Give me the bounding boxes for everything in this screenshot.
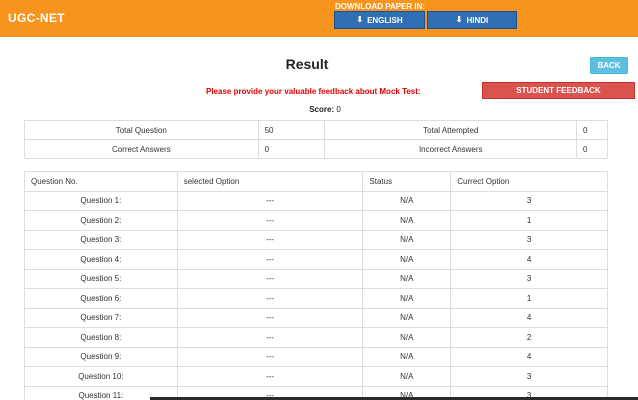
status-cell: N/A bbox=[362, 327, 452, 348]
table-row: Question 8: --- N/A 2 bbox=[24, 327, 608, 348]
question-number-cell: Question 5: bbox=[24, 268, 178, 289]
selected-option-cell: --- bbox=[176, 268, 364, 289]
table-row: Question 1: --- N/A 3 bbox=[24, 190, 608, 211]
table-row: Question 7: --- N/A 4 bbox=[24, 307, 608, 328]
status-cell: N/A bbox=[362, 210, 452, 231]
correct-option-cell: 3 bbox=[450, 190, 608, 211]
download-english-button[interactable]: ⬇ ENGLISH bbox=[334, 11, 425, 29]
brand-logo[interactable]: UGC-NET bbox=[8, 11, 65, 25]
summary-table: Total Question 50 Total Attempted 0 Corr… bbox=[24, 120, 608, 159]
summary-row: Correct Answers 0 Incorrect Answers 0 bbox=[24, 139, 608, 159]
download-icon: ⬇ bbox=[455, 15, 463, 24]
table-row: Question 10: --- N/A 3 bbox=[24, 366, 608, 387]
table-row: Question 6: --- N/A 1 bbox=[24, 288, 608, 309]
correct-option-cell: 1 bbox=[450, 288, 608, 309]
selected-option-cell: --- bbox=[176, 288, 364, 309]
header-question-no: Question No. bbox=[24, 171, 178, 192]
correct-option-cell: 2 bbox=[450, 327, 608, 348]
question-number-cell: Question 3: bbox=[24, 229, 178, 250]
questions-header-row: Question No. selected Option Status Curr… bbox=[24, 171, 608, 192]
total-question-value: 50 bbox=[257, 120, 326, 140]
correct-option-cell: 3 bbox=[450, 229, 608, 250]
question-number-cell: Question 10: bbox=[24, 366, 178, 387]
total-attempted-value: 0 bbox=[576, 120, 608, 140]
selected-option-cell: --- bbox=[176, 327, 364, 348]
selected-option-cell: --- bbox=[176, 210, 364, 231]
question-number-cell: Question 7: bbox=[24, 307, 178, 328]
total-attempted-label: Total Attempted bbox=[324, 120, 578, 140]
summary-row: Total Question 50 Total Attempted 0 bbox=[24, 120, 608, 140]
table-row: Question 3: --- N/A 3 bbox=[24, 229, 608, 250]
incorrect-answers-value: 0 bbox=[576, 139, 608, 159]
status-cell: N/A bbox=[362, 229, 452, 250]
selected-option-cell: --- bbox=[176, 229, 364, 250]
correct-option-cell: 4 bbox=[450, 249, 608, 270]
score-value: 0 bbox=[336, 105, 341, 114]
question-number-cell: Question 2: bbox=[24, 210, 178, 231]
table-row: Question 5: --- N/A 3 bbox=[24, 268, 608, 289]
student-feedback-button[interactable]: STUDENT FEEDBACK bbox=[482, 82, 635, 99]
table-row: Question 2: --- N/A 1 bbox=[24, 210, 608, 231]
correct-answers-label: Correct Answers bbox=[24, 139, 259, 159]
page-title: Result bbox=[285, 56, 329, 72]
selected-option-cell: --- bbox=[176, 249, 364, 270]
status-cell: N/A bbox=[362, 268, 452, 289]
selected-option-cell: --- bbox=[176, 190, 364, 211]
header-status: Status bbox=[362, 171, 452, 192]
total-question-label: Total Question bbox=[24, 120, 259, 140]
download-english-label: ENGLISH bbox=[367, 15, 403, 25]
table-row: Question 9: --- N/A 4 bbox=[24, 346, 608, 367]
status-cell: N/A bbox=[362, 307, 452, 328]
question-number-cell: Question 4: bbox=[24, 249, 178, 270]
correct-option-cell: 3 bbox=[450, 268, 608, 289]
download-hindi-button[interactable]: ⬇ HINDI bbox=[427, 11, 517, 29]
download-hindi-label: HINDI bbox=[466, 15, 489, 25]
download-icon: ⬇ bbox=[356, 15, 364, 24]
header-correct-option: Currect Option bbox=[450, 171, 608, 192]
status-cell: N/A bbox=[362, 366, 452, 387]
questions-table: Question No. selected Option Status Curr… bbox=[24, 171, 608, 400]
question-number-cell: Question 1: bbox=[24, 190, 178, 211]
feedback-prompt: Please provide your valuable feedback ab… bbox=[206, 87, 421, 96]
question-number-cell: Question 6: bbox=[24, 288, 178, 309]
top-header: UGC-NET DOWNLOAD PAPER IN: ⬇ ENGLISH ⬇ H… bbox=[0, 0, 638, 37]
status-cell: N/A bbox=[362, 288, 452, 309]
selected-option-cell: --- bbox=[176, 307, 364, 328]
correct-answers-value: 0 bbox=[257, 139, 326, 159]
score-line: Score: 0 bbox=[0, 105, 638, 114]
status-cell: N/A bbox=[362, 190, 452, 211]
result-page: UGC-NET DOWNLOAD PAPER IN: ⬇ ENGLISH ⬇ H… bbox=[0, 0, 638, 400]
back-button[interactable]: BACK bbox=[590, 57, 628, 74]
download-label: DOWNLOAD PAPER IN: bbox=[335, 2, 426, 11]
score-label: Score: bbox=[309, 105, 335, 114]
selected-option-cell: --- bbox=[176, 366, 364, 387]
status-cell: N/A bbox=[362, 249, 452, 270]
question-number-cell: Question 9: bbox=[24, 346, 178, 367]
correct-option-cell: 4 bbox=[450, 307, 608, 328]
table-row: Question 4: --- N/A 4 bbox=[24, 249, 608, 270]
selected-option-cell: --- bbox=[176, 346, 364, 367]
question-number-cell: Question 8: bbox=[24, 327, 178, 348]
header-selected-option: selected Option bbox=[176, 171, 364, 192]
status-cell: N/A bbox=[362, 346, 452, 367]
correct-option-cell: 4 bbox=[450, 346, 608, 367]
correct-option-cell: 1 bbox=[450, 210, 608, 231]
incorrect-answers-label: Incorrect Answers bbox=[324, 139, 578, 159]
correct-option-cell: 3 bbox=[450, 366, 608, 387]
